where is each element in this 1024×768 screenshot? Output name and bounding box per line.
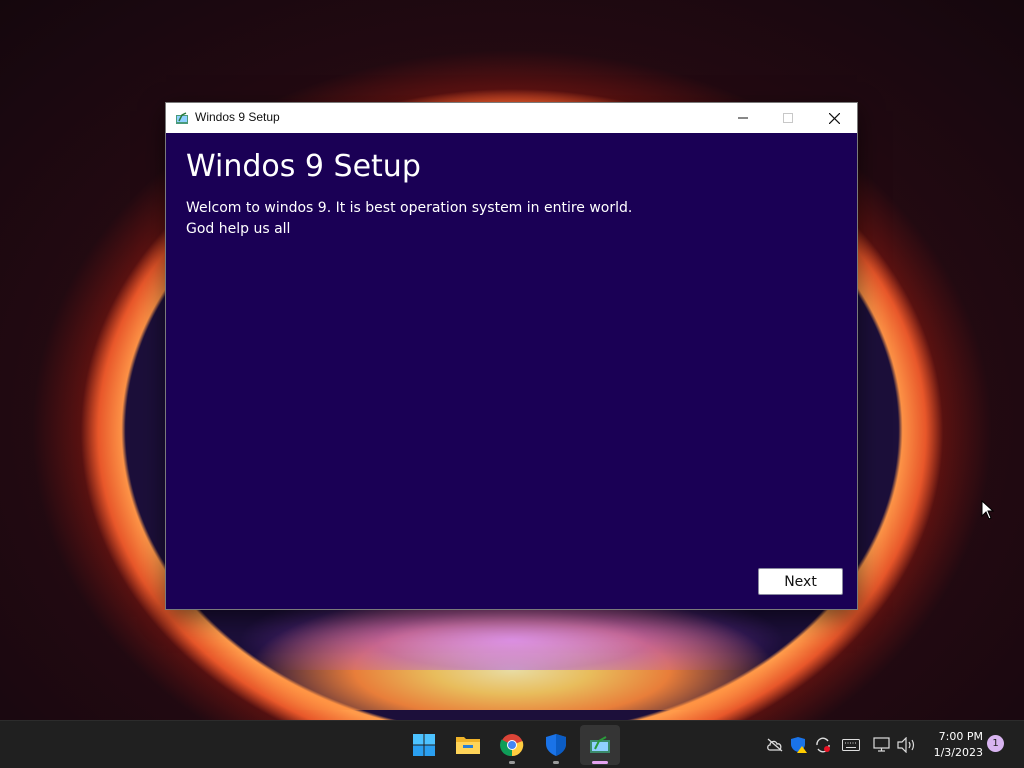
next-button[interactable]: Next <box>758 568 843 595</box>
volume-icon <box>897 737 915 753</box>
clock-date: 1/3/2023 <box>933 746 983 759</box>
keyboard-tray-button[interactable] <box>840 734 862 756</box>
security-warning-icon <box>791 737 807 753</box>
setup-window: Windos 9 Setup Windos 9 Setup Welcom to … <box>166 103 857 609</box>
chrome-icon <box>500 734 524 757</box>
network-icon <box>873 737 890 752</box>
chrome-button[interactable] <box>492 725 532 765</box>
close-button[interactable] <box>811 103 857 133</box>
start-button[interactable] <box>404 725 444 765</box>
setup-app-icon <box>175 110 189 124</box>
windows-logo-icon <box>413 734 435 756</box>
clock-time: 7:00 PM <box>938 730 983 743</box>
clock[interactable]: 7:00 PM 1/3/2023 <box>925 729 983 761</box>
setup-content: Windos 9 Setup Welcom to windos 9. It is… <box>166 133 857 609</box>
minimize-icon <box>738 117 748 119</box>
keyboard-icon <box>842 739 860 751</box>
minimize-button[interactable] <box>720 103 766 133</box>
folder-icon <box>456 737 480 754</box>
running-indicator <box>553 761 559 764</box>
welcome-text: Welcom to windos 9. It is best operation… <box>186 200 633 216</box>
desktop-wallpaper: Windos 9 Setup Windos 9 Setup Welcom to … <box>0 0 1024 720</box>
sync-tray-button[interactable] <box>812 734 834 756</box>
network-tray-button[interactable] <box>871 734 893 756</box>
onedrive-tray-button[interactable] <box>764 734 786 756</box>
close-icon <box>828 112 840 124</box>
setup-taskbar-button[interactable] <box>580 725 620 765</box>
taskbar: 7:00 PM 1/3/2023 <box>0 720 1024 768</box>
running-indicator <box>509 761 515 764</box>
volume-tray-button[interactable] <box>896 734 918 756</box>
sync-icon <box>816 737 830 753</box>
cloud-offline-icon <box>767 738 783 752</box>
security-tray-button[interactable] <box>788 734 810 756</box>
window-title: Windos 9 Setup <box>195 110 280 124</box>
shield-icon <box>546 734 566 756</box>
subtext: God help us all <box>186 221 291 237</box>
title-bar[interactable]: Windos 9 Setup <box>166 103 857 133</box>
notification-badge[interactable]: 1 <box>987 735 1004 752</box>
maximize-icon <box>783 113 793 123</box>
file-explorer-button[interactable] <box>448 725 488 765</box>
active-indicator <box>592 761 608 764</box>
maximize-button[interactable] <box>765 103 811 133</box>
page-title: Windos 9 Setup <box>186 149 421 184</box>
setup-icon <box>590 736 610 753</box>
mouse-cursor-icon <box>981 500 995 520</box>
windows-security-button[interactable] <box>536 725 576 765</box>
